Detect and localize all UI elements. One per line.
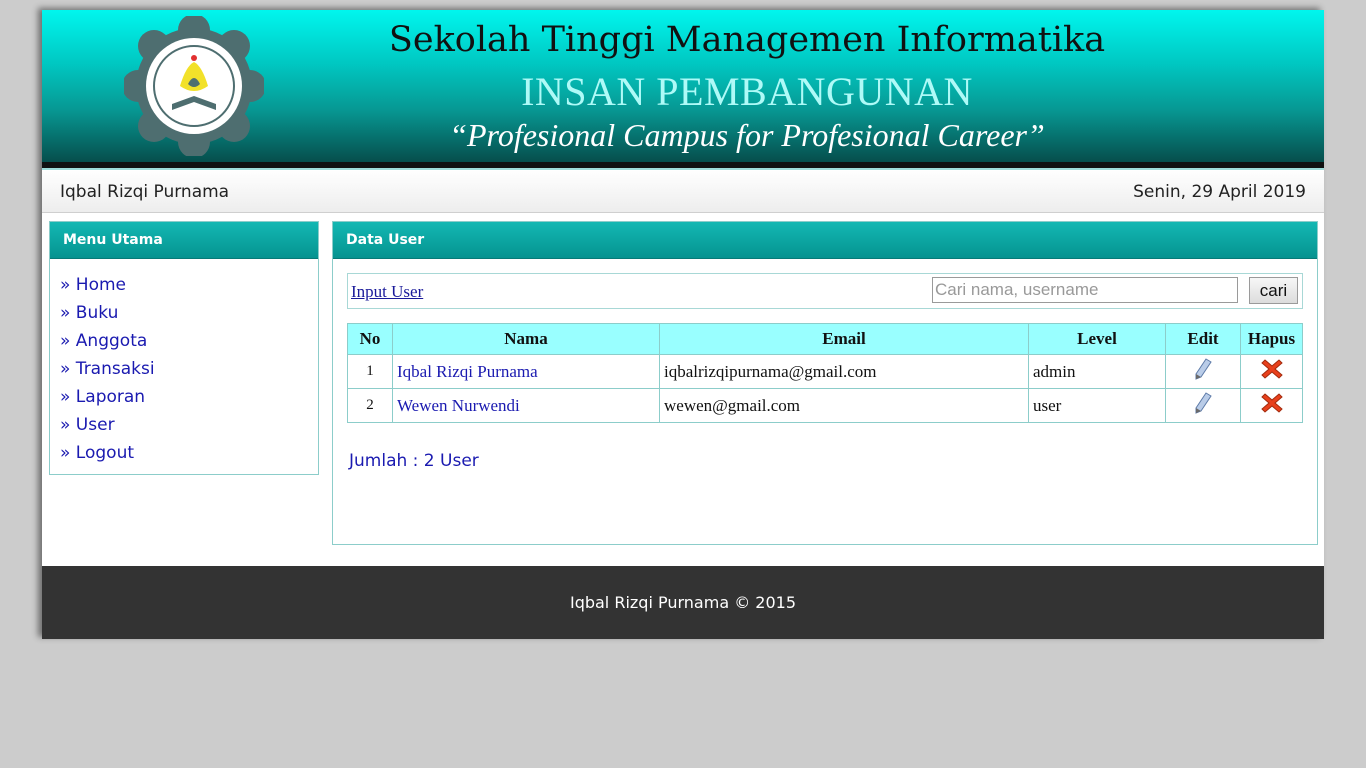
sidebar-item-logout[interactable]: » Logout (60, 439, 318, 467)
row-edit-cell (1165, 388, 1241, 423)
row-level: admin (1028, 354, 1166, 389)
col-hapus: Hapus (1240, 323, 1303, 355)
row-edit-cell (1165, 354, 1241, 389)
sidebar-item-user[interactable]: » User (60, 411, 318, 439)
red-x-icon[interactable] (1260, 392, 1283, 414)
main-menu: » Home » Buku » Anggota » Transaksi » La… (50, 259, 318, 467)
col-no: No (347, 323, 393, 355)
user-bar: Iqbal Rizqi Purnama Senin, 29 April 2019 (42, 170, 1324, 213)
sidebar-item-laporan[interactable]: » Laporan (60, 383, 318, 411)
row-delete-cell (1240, 354, 1303, 389)
footer: Iqbal Rizqi Purnama © 2015 (42, 566, 1324, 639)
red-x-icon[interactable] (1260, 358, 1283, 380)
banner-title: Sekolah Tinggi Managemen Informatika (388, 20, 1106, 60)
sidebar-title: Menu Utama (50, 222, 318, 259)
current-date: Senin, 29 April 2019 (1133, 182, 1306, 202)
banner-slogan: “Profesional Campus for Profesional Care… (449, 117, 1045, 153)
row-level: user (1028, 388, 1166, 423)
col-level: Level (1028, 323, 1166, 355)
main-panel: Data User Input User cari No Nama Email … (332, 221, 1318, 545)
row-no: 2 (347, 388, 393, 423)
sidebar-item-buku[interactable]: » Buku (60, 299, 318, 327)
banner-subtitle: INSAN PEMBANGUNAN (521, 69, 973, 114)
logged-in-user: Iqbal Rizqi Purnama (60, 182, 230, 202)
row-nama[interactable]: Wewen Nurwendi (392, 388, 660, 423)
header-banner: Sekolah Tinggi Managemen Informatika INS… (42, 10, 1324, 162)
table-row: 2 Wewen Nurwendi wewen@gmail.com user (347, 388, 1303, 423)
user-toolbar: Input User cari (347, 273, 1303, 309)
row-nama[interactable]: Iqbal Rizqi Purnama (392, 354, 660, 389)
table-header-row: No Nama Email Level Edit Hapus (347, 323, 1303, 355)
search-button[interactable]: cari (1249, 277, 1298, 304)
sidebar: Menu Utama » Home » Buku » Anggota » Tra… (49, 221, 319, 475)
pencil-icon[interactable] (1194, 358, 1212, 380)
user-table: No Nama Email Level Edit Hapus 1 Iqbal R… (347, 323, 1303, 423)
row-delete-cell (1240, 388, 1303, 423)
table-row: 1 Iqbal Rizqi Purnama iqbalrizqipurnama@… (347, 354, 1303, 389)
user-count: Jumlah : 2 User (349, 451, 479, 471)
input-user-link[interactable]: Input User (351, 282, 423, 302)
col-nama: Nama (392, 323, 660, 355)
campus-seal-icon (124, 16, 264, 156)
col-edit: Edit (1165, 323, 1241, 355)
sidebar-item-transaksi[interactable]: » Transaksi (60, 355, 318, 383)
search-input[interactable] (932, 277, 1238, 303)
sidebar-item-anggota[interactable]: » Anggota (60, 327, 318, 355)
row-email: wewen@gmail.com (659, 388, 1029, 423)
col-email: Email (659, 323, 1029, 355)
main-panel-title: Data User (333, 222, 1317, 259)
sidebar-item-home[interactable]: » Home (60, 271, 318, 299)
row-no: 1 (347, 354, 393, 389)
row-email: iqbalrizqipurnama@gmail.com (659, 354, 1029, 389)
pencil-icon[interactable] (1194, 392, 1212, 414)
page-container: Sekolah Tinggi Managemen Informatika INS… (42, 10, 1324, 639)
